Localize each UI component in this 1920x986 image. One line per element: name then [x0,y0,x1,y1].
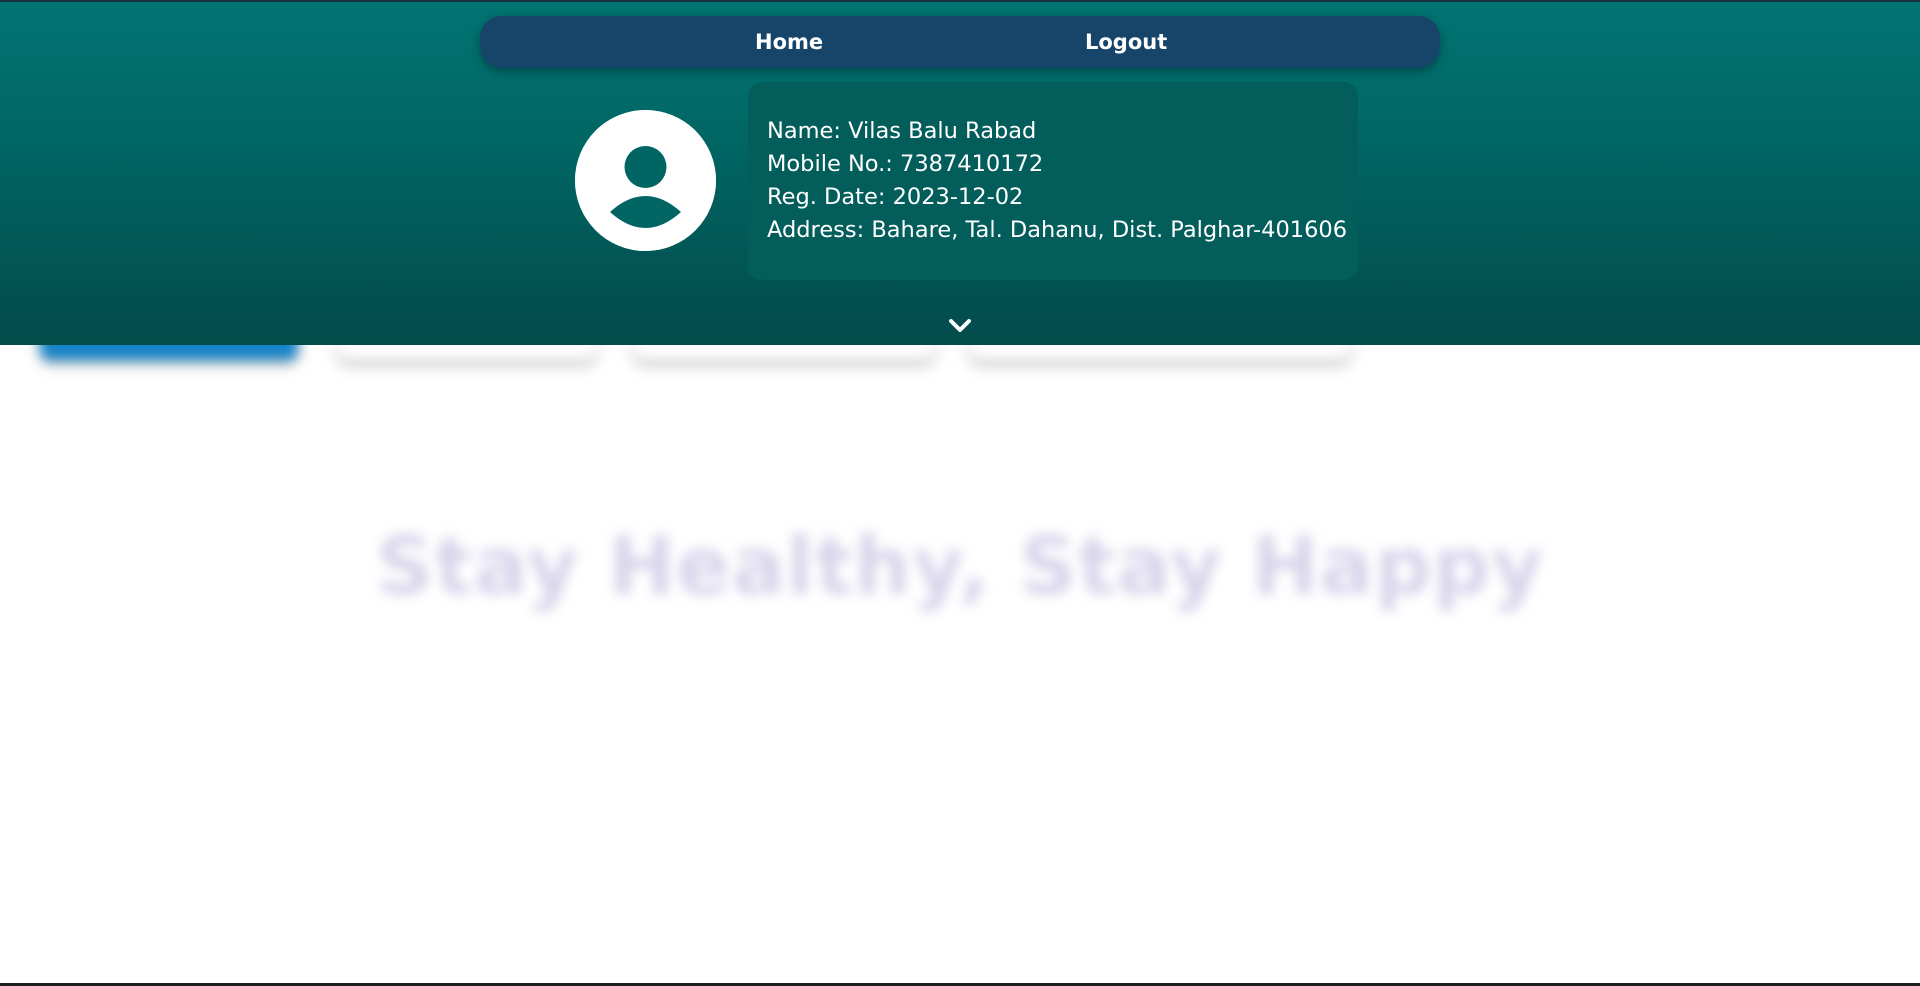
profile-name: Name: Vilas Balu Rabad [767,118,1037,144]
profile-header: Home Logout Name: Vilas Balu Rabad Mobil… [0,0,1920,345]
nav-home-link[interactable]: Home [755,16,823,68]
page-heading: Stay Healthy, Stay Happy [375,520,1545,613]
profile-reg-date: Reg. Date: 2023-12-02 [767,184,1024,210]
profile-mobile: Mobile No.: 7387410172 [767,151,1044,177]
profile-address: Address: Bahare, Tal. Dahanu, Dist. Palg… [767,217,1348,243]
nav-logout-link[interactable]: Logout [1085,16,1167,68]
top-navbar: Home Logout [480,16,1440,68]
user-avatar-icon [575,110,716,251]
chevron-down-icon[interactable] [947,315,973,335]
profile-details-card: Name: Vilas Balu Rabad Mobile No.: 73874… [748,82,1358,280]
